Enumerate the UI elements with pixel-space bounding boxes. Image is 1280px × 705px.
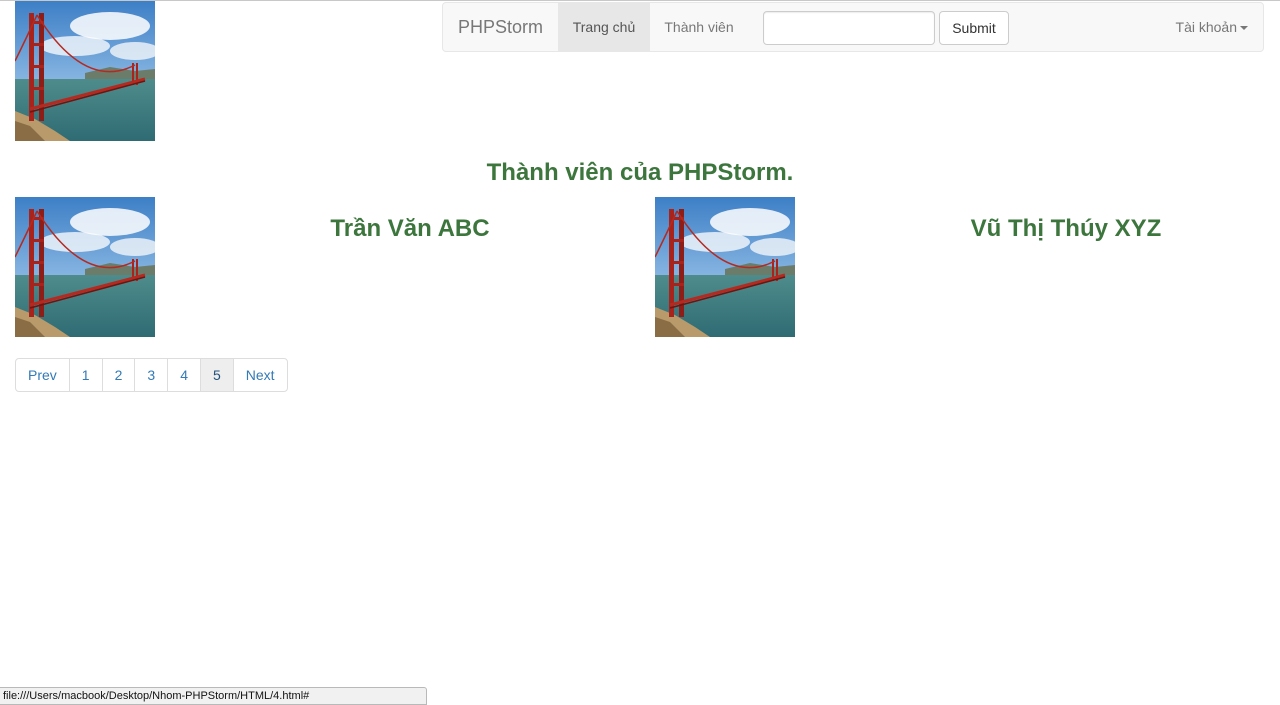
status-bar-url: file:///Users/macbook/Desktop/Nhom-PHPSt… xyxy=(0,687,427,705)
pagination-prev[interactable]: Prev xyxy=(15,358,70,392)
navbar: PHPStorm Trang chủ Thành viên Submit Tài… xyxy=(442,2,1264,52)
nav-item-home[interactable]: Trang chủ xyxy=(558,3,650,51)
search-input[interactable] xyxy=(763,11,935,45)
member-name: Trần Văn ABC xyxy=(330,215,490,242)
nav-item-members[interactable]: Thành viên xyxy=(650,3,748,51)
member-photo xyxy=(15,197,155,337)
pagination: Prev 1 2 3 4 5 Next xyxy=(15,358,288,392)
submit-button[interactable]: Submit xyxy=(939,11,1009,45)
member-photo xyxy=(655,197,795,337)
member-name: Vũ Thị Thúy XYZ xyxy=(970,215,1162,242)
logo-image xyxy=(15,1,155,141)
page-title: Thành viên của PHPStorm. xyxy=(486,159,794,186)
pagination-page-2[interactable]: 2 xyxy=(101,358,136,392)
pagination-next[interactable]: Next xyxy=(232,358,288,392)
pagination-page-4[interactable]: 4 xyxy=(167,358,201,392)
pagination-page-3[interactable]: 3 xyxy=(134,358,169,392)
account-label: Tài khoản xyxy=(1175,19,1237,35)
pagination-page-5[interactable]: 5 xyxy=(199,358,234,392)
pagination-page-1[interactable]: 1 xyxy=(68,358,103,392)
caret-down-icon xyxy=(1240,26,1248,31)
navbar-brand[interactable]: PHPStorm xyxy=(458,3,543,51)
account-dropdown[interactable]: Tài khoản xyxy=(1176,3,1248,51)
